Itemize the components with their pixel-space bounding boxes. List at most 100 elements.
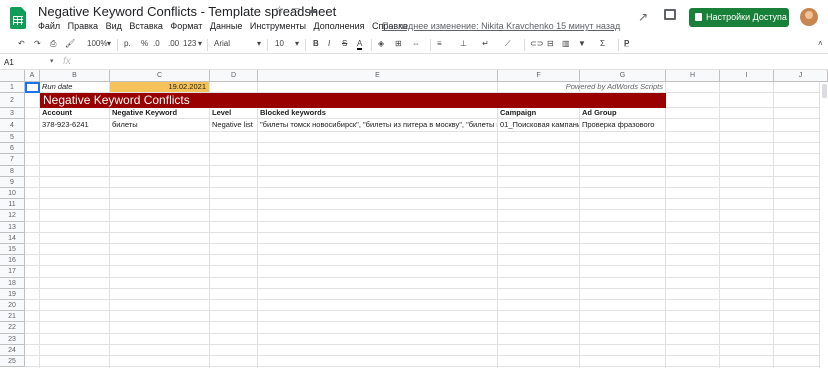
header-cell[interactable]: Campaign — [498, 108, 580, 119]
row-header[interactable]: 16 — [0, 255, 25, 267]
functions-icon[interactable]: Σ — [600, 39, 605, 48]
row-header[interactable]: 5 — [0, 132, 25, 144]
menu-addons[interactable]: Дополнения — [314, 21, 365, 31]
data-cell[interactable]: 01_Поисковая кампания — [498, 119, 580, 132]
banner-title[interactable]: Negative Keyword Conflicts — [40, 93, 666, 108]
powered-by-label[interactable]: Powered by AdWords Scripts — [498, 82, 666, 93]
star-icon[interactable]: ☆ — [275, 5, 284, 16]
column-header[interactable]: B — [40, 70, 110, 82]
row-header[interactable]: 7 — [0, 154, 25, 166]
row-header[interactable]: 23 — [0, 333, 25, 345]
share-button[interactable]: Настройки Доступа — [689, 8, 789, 27]
row-header[interactable]: 11 — [0, 199, 25, 211]
data-cell[interactable]: 378-923-6241 — [40, 119, 110, 132]
data-cell[interactable]: билеты — [110, 119, 210, 132]
scroll-thumb[interactable] — [822, 84, 827, 98]
menu-data[interactable]: Данные — [210, 21, 243, 31]
borders-icon[interactable]: ⊞ — [395, 39, 402, 48]
input-tools-icon[interactable]: P̲ — [624, 39, 629, 48]
row-header[interactable]: 13 — [0, 221, 25, 233]
print-icon[interactable]: ⎙ — [50, 39, 56, 49]
zoom-select[interactable]: 100% — [87, 39, 107, 48]
menu-insert[interactable]: Вставка — [129, 21, 162, 31]
row-header[interactable]: 18 — [0, 277, 25, 289]
last-edit-link[interactable]: Последнее изменение: Nikita Kravchenko 1… — [382, 21, 620, 31]
column-header[interactable]: E — [258, 70, 498, 82]
row-header[interactable]: 20 — [0, 300, 25, 312]
header-cell[interactable]: Ad Group — [580, 108, 666, 119]
column-header[interactable]: J — [774, 70, 828, 82]
text-wrap-icon[interactable]: ↵ — [482, 39, 489, 48]
column-header[interactable]: I — [720, 70, 774, 82]
header-cell[interactable]: Account — [40, 108, 110, 119]
row-header[interactable]: 10 — [0, 188, 25, 200]
row-header[interactable]: 19 — [0, 288, 25, 300]
vertical-scrollbar[interactable] — [819, 82, 828, 368]
bold-button[interactable]: B — [313, 39, 319, 48]
comments-icon[interactable] — [664, 9, 676, 20]
move-folder-icon[interactable]: ▭ — [291, 5, 300, 16]
column-header[interactable]: F — [498, 70, 580, 82]
name-box[interactable]: A1 — [4, 58, 14, 67]
row-header[interactable]: 22 — [0, 322, 25, 334]
row-header[interactable]: 2 — [0, 93, 25, 108]
header-cell[interactable]: Negative Keyword — [110, 108, 210, 119]
row-header[interactable]: 1 — [0, 82, 25, 93]
menu-tools[interactable]: Инструменты — [250, 21, 306, 31]
row-header[interactable]: 12 — [0, 210, 25, 222]
decrease-decimal-button[interactable]: .0 — [153, 39, 160, 48]
sheets-logo-icon[interactable] — [10, 7, 26, 29]
selected-cell[interactable] — [25, 82, 40, 93]
menu-file[interactable]: Файл — [38, 21, 60, 31]
undo-icon[interactable]: ↶ — [18, 39, 25, 48]
italic-button[interactable]: I — [328, 39, 330, 48]
percent-format-button[interactable]: % — [141, 39, 148, 48]
row-header[interactable]: 8 — [0, 165, 25, 177]
column-header[interactable]: H — [666, 70, 720, 82]
select-all-corner[interactable] — [0, 70, 25, 82]
fill-color-icon[interactable]: ◈ — [378, 39, 384, 48]
row-header[interactable]: 17 — [0, 266, 25, 278]
row-header[interactable]: 6 — [0, 143, 25, 155]
text-color-button[interactable]: A — [357, 39, 363, 50]
menu-edit[interactable]: Правка — [68, 21, 98, 31]
row-header[interactable]: 15 — [0, 244, 25, 256]
column-header[interactable]: A — [25, 70, 40, 82]
column-header[interactable]: G — [580, 70, 666, 82]
menu-view[interactable]: Вид — [106, 21, 122, 31]
header-cell[interactable]: Blocked keywords — [258, 108, 498, 119]
avatar[interactable] — [800, 8, 818, 26]
run-date-value[interactable]: 19.02.2021 — [110, 82, 210, 93]
font-select[interactable]: Arial — [214, 39, 230, 48]
data-cell[interactable]: Negative list — [210, 119, 258, 132]
paint-format-icon[interactable]: 🖌 — [65, 39, 75, 48]
header-cell[interactable]: Level — [210, 108, 258, 119]
row-header[interactable]: 9 — [0, 176, 25, 188]
strikethrough-button[interactable]: S — [342, 39, 347, 48]
row-header[interactable]: 21 — [0, 311, 25, 323]
cloud-status-icon[interactable]: ☁ — [307, 5, 317, 16]
row-header[interactable]: 24 — [0, 344, 25, 356]
insert-link-icon[interactable]: ⊂⊃ — [530, 39, 543, 48]
filter-icon[interactable]: ▼ — [578, 39, 586, 48]
column-header[interactable]: D — [210, 70, 258, 82]
font-size-select[interactable]: 10 — [275, 39, 284, 48]
data-cell[interactable]: "билеты томск новосибирск", "билеты из п… — [258, 119, 498, 132]
menu-format[interactable]: Формат — [170, 21, 202, 31]
row-header[interactable]: 14 — [0, 232, 25, 244]
run-date-label[interactable]: Run date — [40, 82, 110, 93]
vertical-align-icon[interactable]: ⊥ — [460, 39, 467, 48]
row-header[interactable]: 3 — [0, 108, 25, 119]
activity-trend-icon[interactable]: ↗ — [638, 10, 648, 24]
text-rotation-icon[interactable]: ⟋ — [505, 39, 511, 49]
insert-chart-icon[interactable]: ▥ — [562, 39, 570, 48]
data-cell[interactable]: Проверка фразового — [580, 119, 666, 132]
chevron-up-icon[interactable]: ˄ — [818, 39, 823, 48]
increase-decimal-button[interactable]: .00 — [168, 39, 179, 48]
row-header[interactable]: 4 — [0, 119, 25, 132]
currency-format-button[interactable]: р. — [124, 39, 131, 48]
insert-comment-icon[interactable]: ⊟ — [547, 39, 554, 48]
row-header[interactable]: 25 — [0, 356, 25, 368]
spreadsheet-grid[interactable]: A B C D E F G H I J 1 2 3 4 5 6 7 8 9 10 11 12 13 14 1… — [0, 70, 828, 368]
column-header[interactable]: C — [110, 70, 210, 82]
